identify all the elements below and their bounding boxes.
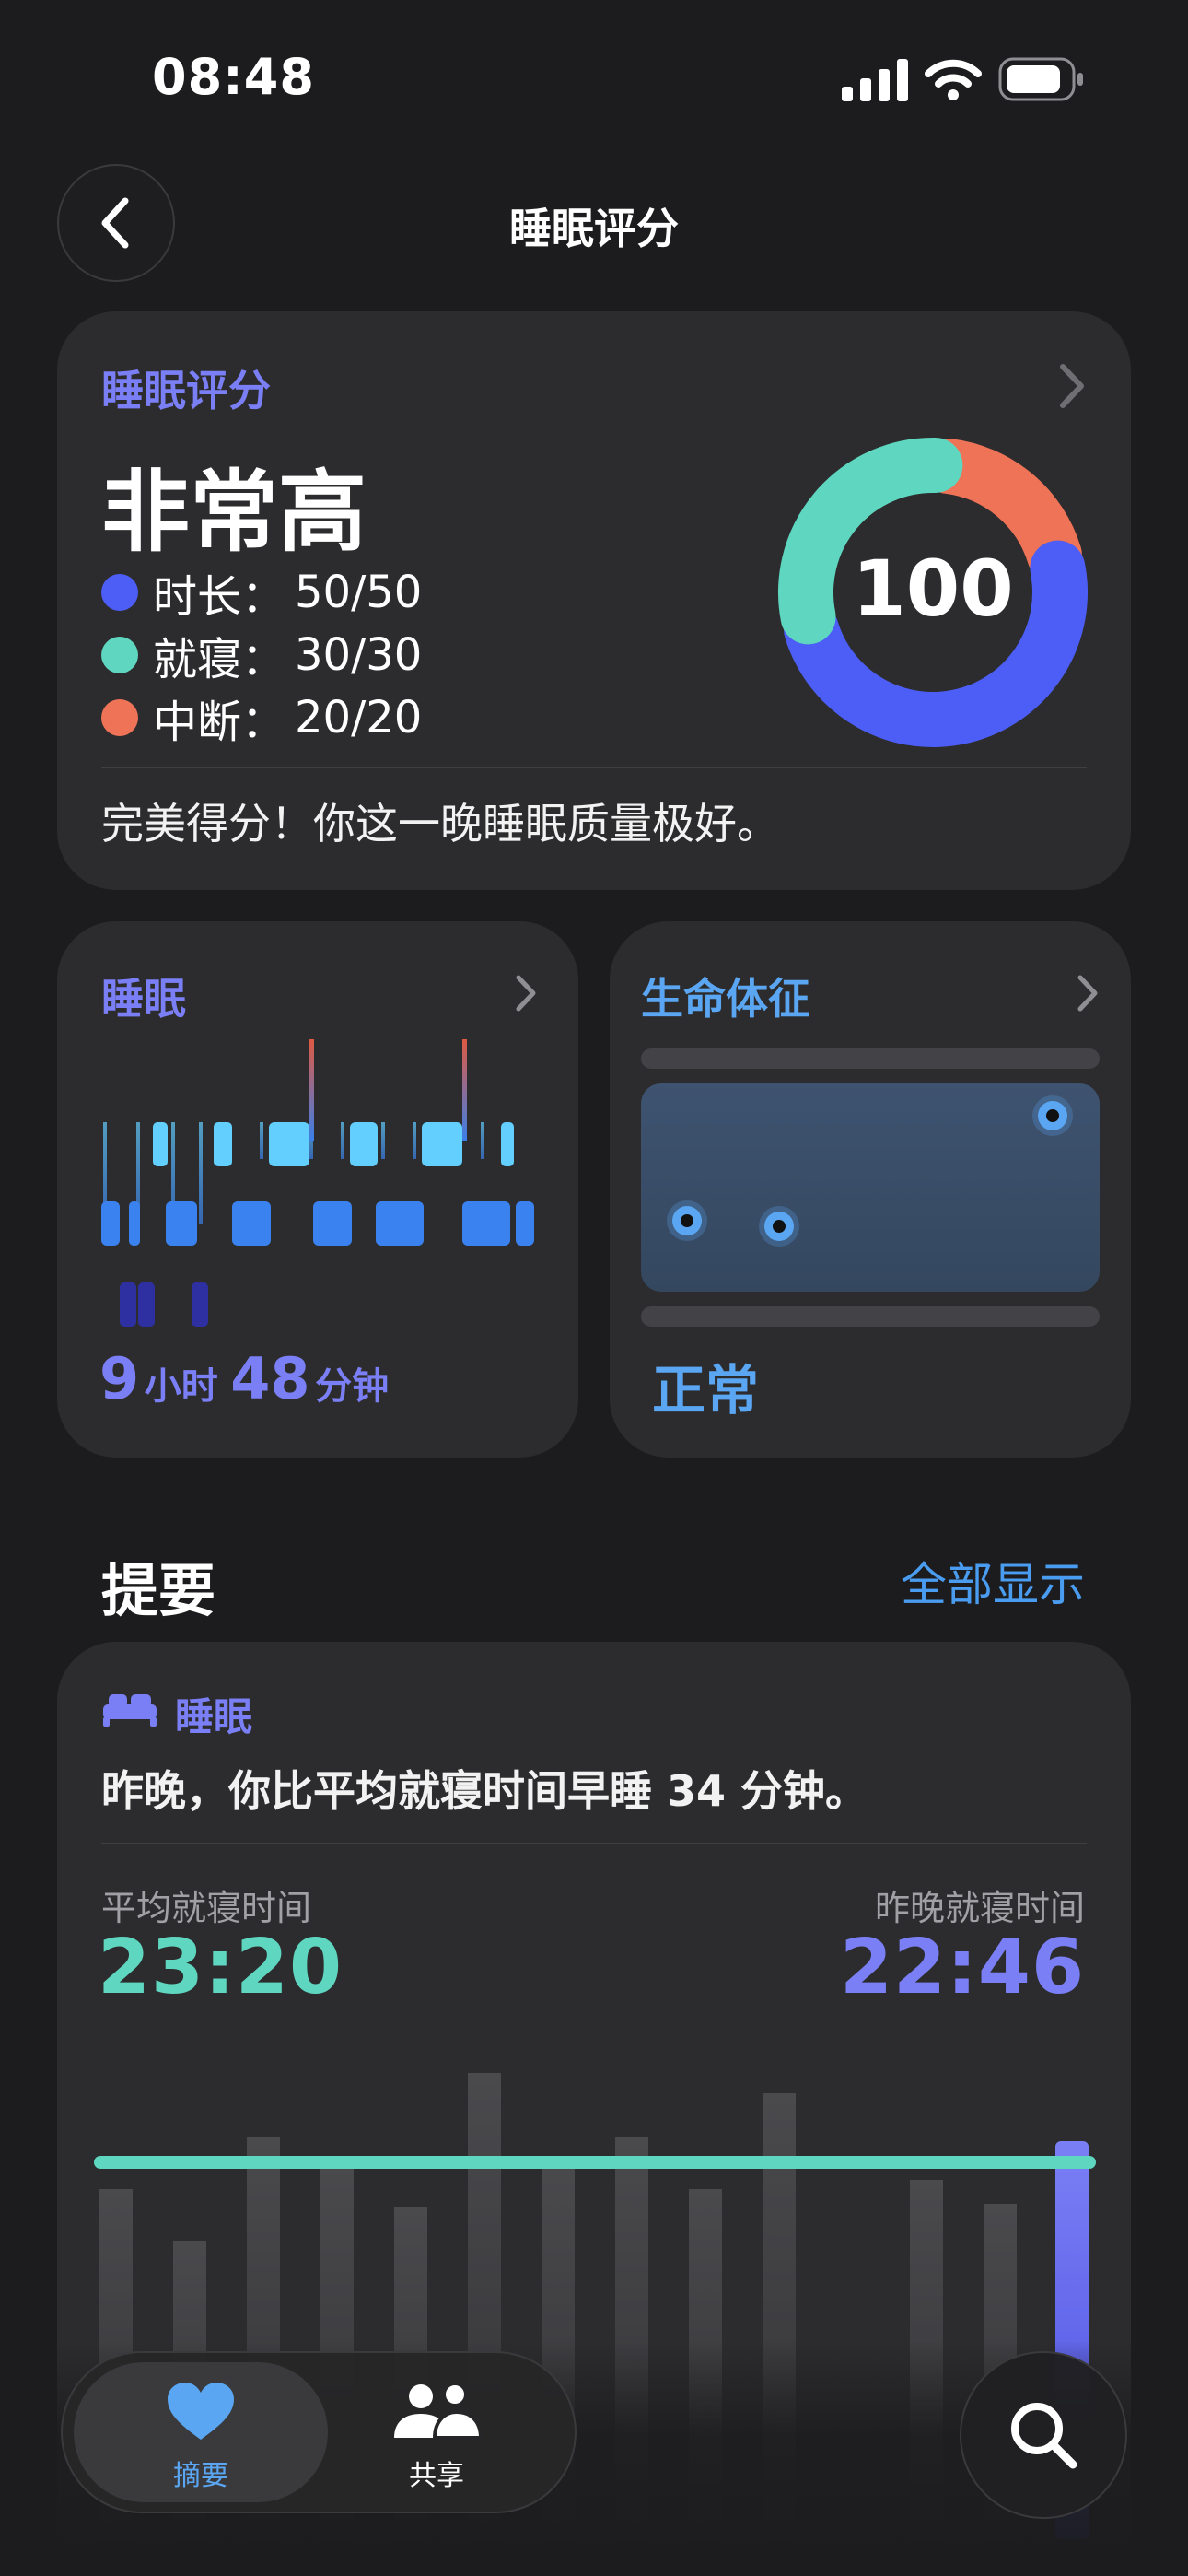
show-all-link[interactable]: 全部显示 xyxy=(901,1548,1085,1614)
people-icon xyxy=(394,2383,483,2440)
battery-icon xyxy=(998,57,1083,101)
score-value: 100 xyxy=(852,544,1014,634)
avg-bedtime-label: 平均就寝时间 xyxy=(101,1888,312,1928)
sleep-hours-unit: 小时 xyxy=(144,1365,218,1408)
sleep-minutes-unit: 分钟 xyxy=(315,1365,390,1408)
bedtime-dot-icon xyxy=(101,637,138,673)
sleep-hours: 9 xyxy=(99,1345,140,1412)
search-icon xyxy=(1011,2403,1077,2469)
sleep-card-title: 睡眠 xyxy=(101,974,186,1024)
highlight-category: 睡眠 xyxy=(175,1694,253,1739)
search-button[interactable] xyxy=(960,2351,1127,2519)
legend-interruptions: 中断： 20/20 xyxy=(101,685,422,750)
score-summary: 完美得分！你这一晚睡眠质量极好。 xyxy=(101,799,779,849)
vitals-range-bar xyxy=(641,1306,1100,1327)
tab-summary-label: 摘要 xyxy=(173,2460,228,2492)
interruptions-dot-icon xyxy=(101,699,138,736)
heart-icon xyxy=(168,2383,234,2440)
divider xyxy=(101,767,1087,768)
vitals-card-title: 生命体征 xyxy=(641,974,810,1024)
vitals-status: 正常 xyxy=(652,1359,760,1422)
page-title: 睡眠评分 xyxy=(509,204,679,253)
legend-label: 时长： xyxy=(153,571,286,623)
wifi-icon xyxy=(925,59,982,100)
score-level: 非常高 xyxy=(101,461,367,564)
legend-bedtime: 就寝： 30/30 xyxy=(101,623,422,687)
vitals-points xyxy=(667,1095,1073,1247)
status-time: 08:48 xyxy=(152,48,315,106)
donut-segment xyxy=(920,439,1082,583)
last-bedtime-label: 昨晚就寝时间 xyxy=(874,1888,1085,1928)
bed-icon xyxy=(103,1694,157,1727)
legend-label: 就寝： xyxy=(153,634,286,685)
chevron-right-icon xyxy=(1060,364,1084,408)
legend-duration: 时长： 50/50 xyxy=(101,560,422,625)
sleep-stages-graph xyxy=(101,1039,534,1327)
legend-label: 中断： xyxy=(153,697,286,748)
legend-value: 50/50 xyxy=(295,567,423,618)
chevron-right-icon xyxy=(516,975,536,1012)
chevron-right-icon xyxy=(1077,975,1098,1012)
highlight-headline: 昨晚，你比平均就寝时间早睡 34 分钟。 xyxy=(101,1766,868,1816)
duration-dot-icon xyxy=(101,574,138,611)
tab-sharing-label[interactable]: 共享 xyxy=(354,2453,519,2493)
cellular-signal-icon xyxy=(842,59,908,101)
avg-bedtime-value: 23:20 xyxy=(98,1924,344,2011)
sleep-minutes: 48 xyxy=(230,1345,310,1412)
divider xyxy=(101,1843,1087,1844)
vitals-range-bar xyxy=(641,1048,1100,1069)
sleep-duration: 9 小时 48 分钟 xyxy=(99,1345,389,1412)
last-bedtime-value: 22:46 xyxy=(839,1924,1085,2011)
legend-value: 20/20 xyxy=(295,692,423,744)
legend-value: 30/30 xyxy=(295,629,423,681)
score-card-title: 睡眠评分 xyxy=(101,366,271,416)
highlights-title: 提要 xyxy=(101,1557,216,1624)
